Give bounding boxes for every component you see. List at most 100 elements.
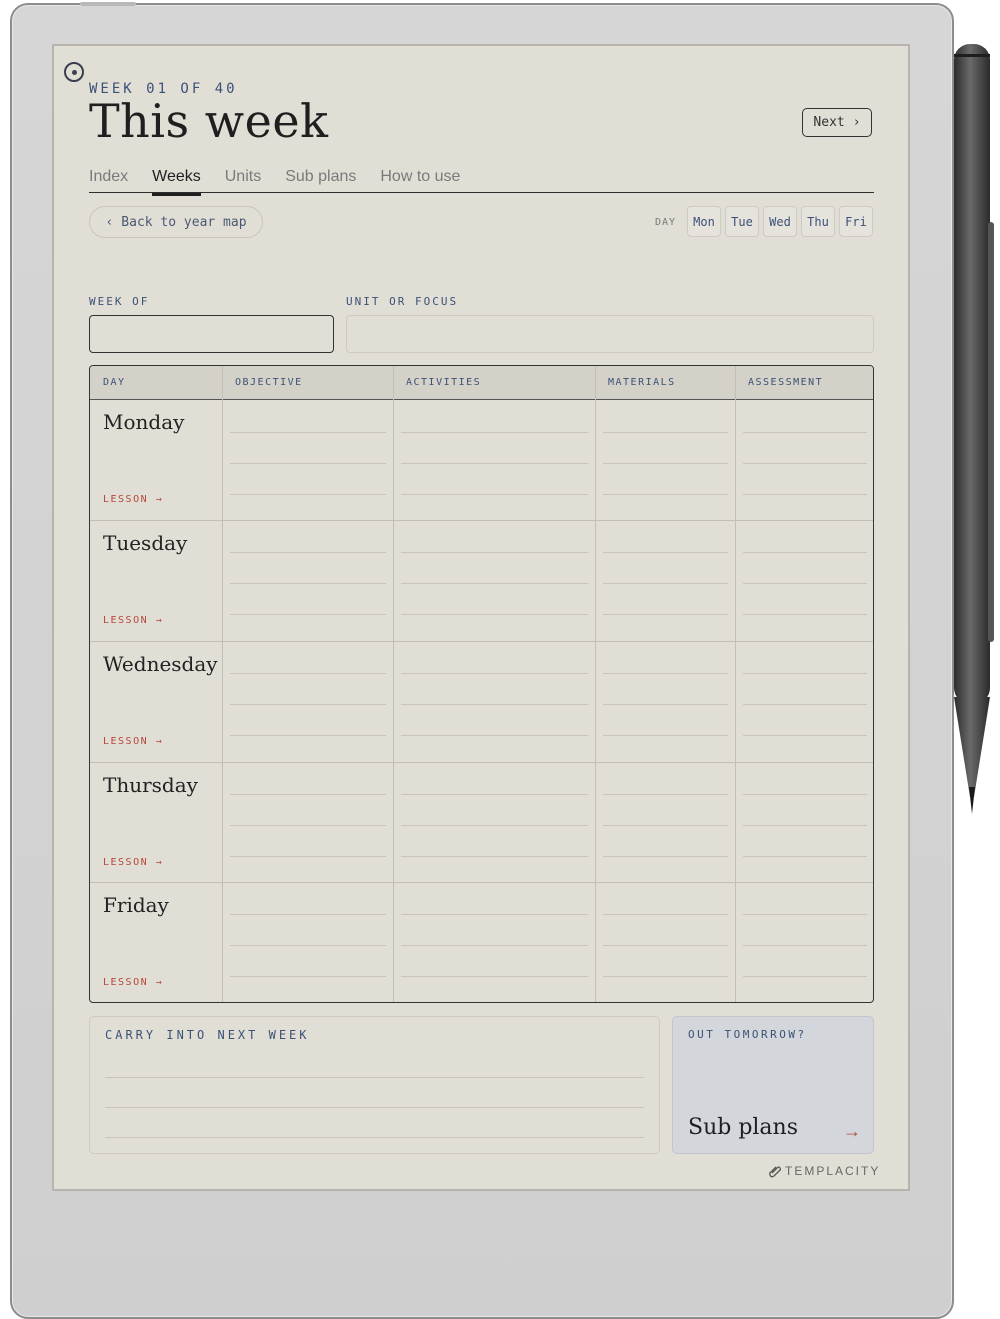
writing-line xyxy=(230,945,386,946)
writing-line xyxy=(230,704,386,705)
day-chip-wed[interactable]: Wed xyxy=(763,206,797,237)
writing-line xyxy=(603,494,728,495)
brand-name: TEMPLACITY xyxy=(785,1164,881,1178)
writing-line xyxy=(603,463,728,464)
writing-line xyxy=(603,735,728,736)
lesson-link[interactable]: LESSON → xyxy=(103,615,163,626)
back-to-year-map-button[interactable]: ‹ Back to year map xyxy=(89,206,263,238)
table-row-tuesday[interactable]: Tuesday LESSON → xyxy=(90,520,873,642)
writing-line xyxy=(603,583,728,584)
writing-line xyxy=(743,463,867,464)
day-chip-thu[interactable]: Thu xyxy=(801,206,835,237)
unit-focus-label: UNIT OR FOCUS xyxy=(346,295,459,308)
writing-line xyxy=(743,704,867,705)
back-label: Back to year map xyxy=(121,214,247,230)
unit-focus-field[interactable] xyxy=(346,315,874,353)
writing-line xyxy=(743,494,867,495)
status-ring-icon xyxy=(64,62,84,82)
writing-line xyxy=(401,704,588,705)
device-notch xyxy=(80,2,136,6)
header-materials: MATERIALS xyxy=(608,377,676,388)
writing-line xyxy=(401,614,588,615)
writing-line xyxy=(401,794,588,795)
writing-line xyxy=(230,794,386,795)
table-header: DAY OBJECTIVE ACTIVITIES MATERIALS ASSES… xyxy=(90,366,873,400)
writing-line xyxy=(230,552,386,553)
writing-line xyxy=(603,825,728,826)
writing-line xyxy=(230,673,386,674)
day-name: Tuesday xyxy=(103,531,188,555)
writing-line xyxy=(401,735,588,736)
writing-line xyxy=(603,614,728,615)
writing-line xyxy=(603,945,728,946)
lesson-plan-table: DAY OBJECTIVE ACTIVITIES MATERIALS ASSES… xyxy=(89,365,874,1003)
arrow-right-icon: → xyxy=(843,1121,861,1141)
week-of-field[interactable] xyxy=(89,315,334,353)
writing-line xyxy=(401,673,588,674)
writing-line xyxy=(603,432,728,433)
lesson-link[interactable]: LESSON → xyxy=(103,857,163,868)
tab-sub-plans[interactable]: Sub plans xyxy=(285,168,356,192)
writing-line xyxy=(230,914,386,915)
day-name: Friday xyxy=(103,893,169,917)
out-tomorrow-label: OUT TOMORROW? xyxy=(688,1028,807,1041)
tab-index[interactable]: Index xyxy=(89,168,128,192)
brand-logo: TEMPLACITY xyxy=(768,1164,880,1178)
next-button[interactable]: Next › xyxy=(802,108,872,137)
writing-line xyxy=(401,914,588,915)
sub-plans-link[interactable]: Sub plans xyxy=(688,1115,798,1140)
chevron-right-icon: › xyxy=(852,115,861,130)
writing-line xyxy=(603,673,728,674)
writing-line xyxy=(743,552,867,553)
writing-line xyxy=(230,825,386,826)
day-chip-tue[interactable]: Tue xyxy=(725,206,759,237)
writing-line xyxy=(603,914,728,915)
day-name: Thursday xyxy=(103,773,198,797)
table-row-friday[interactable]: Friday LESSON → xyxy=(90,882,873,1002)
header-day: DAY xyxy=(103,377,126,388)
next-label: Next xyxy=(813,115,845,130)
header-objective: OBJECTIVE xyxy=(235,377,303,388)
tab-weeks[interactable]: Weeks xyxy=(152,168,201,196)
day-chip-fri[interactable]: Fri xyxy=(839,206,873,237)
table-row-wednesday[interactable]: Wednesday LESSON → xyxy=(90,641,873,763)
carry-into-next-week-box[interactable]: CARRY INTO NEXT WEEK xyxy=(89,1016,660,1154)
writing-line xyxy=(230,583,386,584)
writing-line xyxy=(230,976,386,977)
table-row-monday[interactable]: Monday LESSON → xyxy=(90,400,873,521)
out-tomorrow-card[interactable]: OUT TOMORROW? Sub plans → xyxy=(672,1016,874,1154)
table-row-thursday[interactable]: Thursday LESSON → xyxy=(90,762,873,884)
writing-line xyxy=(743,825,867,826)
carry-label: CARRY INTO NEXT WEEK xyxy=(105,1028,310,1042)
writing-line xyxy=(230,432,386,433)
day-name: Wednesday xyxy=(103,652,218,676)
writing-line xyxy=(401,552,588,553)
paperclip-icon xyxy=(769,1166,781,1178)
writing-line xyxy=(401,945,588,946)
tab-units[interactable]: Units xyxy=(225,168,261,192)
writing-line xyxy=(743,856,867,857)
writing-line xyxy=(743,945,867,946)
lesson-link[interactable]: LESSON → xyxy=(103,494,163,505)
lesson-link[interactable]: LESSON → xyxy=(103,977,163,988)
header-activities: ACTIVITIES xyxy=(406,377,482,388)
writing-line xyxy=(230,463,386,464)
writing-line xyxy=(743,583,867,584)
writing-line xyxy=(603,704,728,705)
day-name: Monday xyxy=(103,410,185,434)
writing-line xyxy=(401,825,588,826)
writing-line xyxy=(603,856,728,857)
writing-line xyxy=(603,552,728,553)
writing-line xyxy=(743,614,867,615)
tab-how-to-use[interactable]: How to use xyxy=(380,168,460,192)
writing-line xyxy=(230,494,386,495)
writing-line xyxy=(230,614,386,615)
writing-line xyxy=(743,673,867,674)
writing-line xyxy=(230,856,386,857)
page-title: This week xyxy=(89,94,329,148)
lesson-link[interactable]: LESSON → xyxy=(103,736,163,747)
tab-bar: Index Weeks Units Sub plans How to use xyxy=(89,168,874,196)
writing-line xyxy=(401,432,588,433)
stylus-pen xyxy=(954,44,994,814)
day-chip-mon[interactable]: Mon xyxy=(687,206,721,237)
